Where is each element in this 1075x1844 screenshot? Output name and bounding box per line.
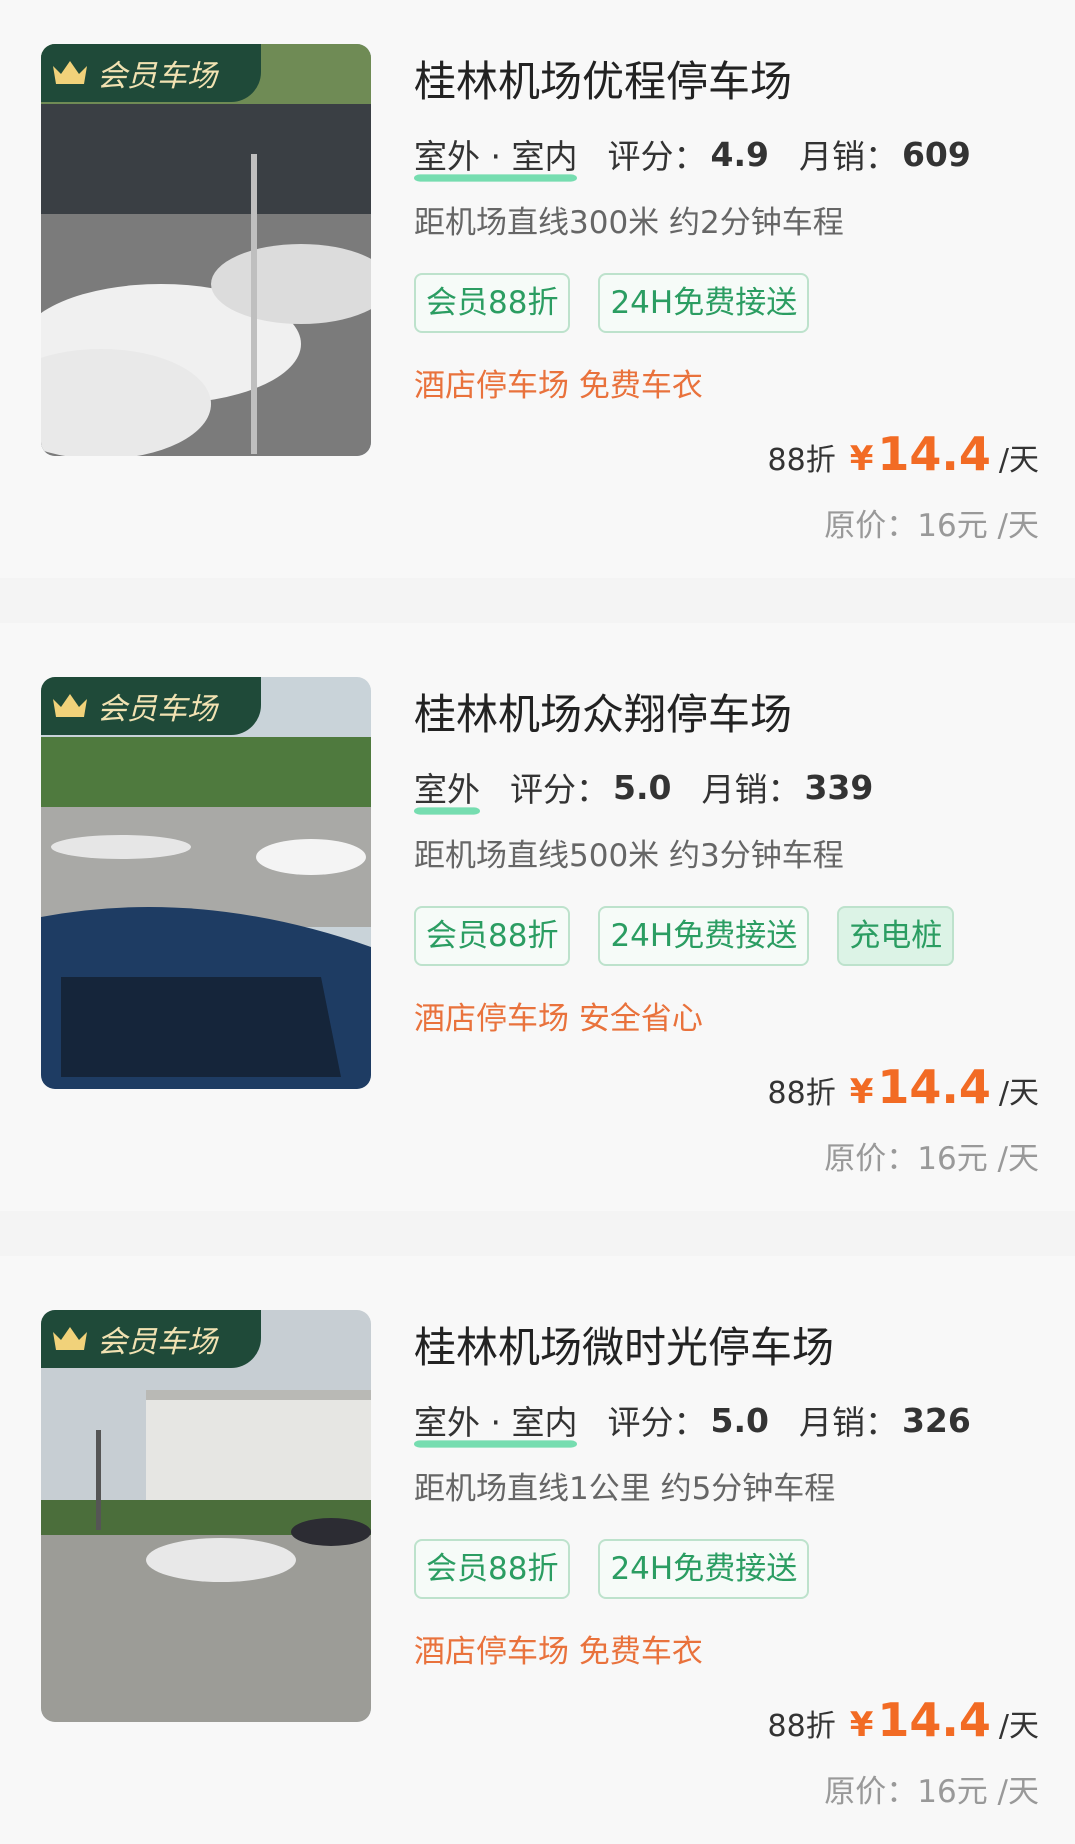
crown-icon [53, 1327, 87, 1350]
price-row: 88折 ¥ 14.4 /天 [768, 427, 1039, 481]
price-unit: /天 [998, 1709, 1039, 1744]
tag-charging: 充电桩 [837, 906, 955, 966]
distance-text: 距机场直线300米 约2分钟车程 [414, 205, 844, 241]
lot-meta: 室外 评分： 5.0 月销： 339 [414, 763, 903, 815]
feature-hint: 酒店停车场 免费车衣 [414, 1634, 703, 1670]
original-price: 原价：16元 /天 [824, 1774, 1039, 1810]
price-value: 14.4 [877, 1693, 991, 1747]
price-row: 88折 ¥ 14.4 /天 [768, 1060, 1039, 1114]
environment-type: 室外 · 室内 [414, 1396, 578, 1448]
member-lot-badge: 会员车场 [41, 1310, 261, 1368]
lot-name[interactable]: 桂林机场优程停车场 [414, 48, 792, 109]
tag-list: 会员88折 24H免费接送 [414, 273, 837, 333]
tag-shuttle: 24H免费接送 [598, 273, 810, 333]
feature-hint: 酒店停车场 免费车衣 [414, 368, 703, 404]
sales-label: 月销： [798, 1403, 898, 1442]
tag-shuttle: 24H免费接送 [598, 906, 810, 966]
currency-symbol: ¥ [849, 1705, 874, 1745]
sales-value: 339 [804, 767, 874, 807]
rating-value: 5.0 [613, 767, 672, 807]
parking-lot-card[interactable]: 会员车场 桂林机场优程停车场 室外 · 室内 评分： 4.9 月销： 609 距… [0, 0, 1075, 578]
price-unit: /天 [998, 443, 1039, 478]
lot-photo: 会员车场 [41, 677, 371, 1089]
original-price: 原价：16元 /天 [824, 508, 1039, 544]
price-value: 14.4 [877, 1060, 991, 1114]
badge-label: 会员车场 [97, 59, 217, 94]
lot-photo: 会员车场 [41, 1310, 371, 1722]
tag-member-discount: 会员88折 [414, 906, 571, 966]
sales-value: 326 [901, 1400, 971, 1440]
rating-value: 5.0 [710, 1400, 769, 1440]
badge-label: 会员车场 [97, 1325, 217, 1360]
tag-shuttle: 24H免费接送 [598, 1539, 810, 1599]
lot-photo: 会员车场 [41, 44, 371, 456]
tag-list: 会员88折 24H免费接送 充电桩 [414, 906, 982, 966]
distance-text: 距机场直线1公里 约5分钟车程 [414, 1471, 836, 1507]
member-lot-badge: 会员车场 [41, 44, 261, 102]
original-price: 原价：16元 /天 [824, 1141, 1039, 1177]
rating-value: 4.9 [710, 134, 769, 174]
sales-value: 609 [901, 134, 971, 174]
badge-label: 会员车场 [97, 692, 217, 727]
environment-type: 室外 · 室内 [414, 130, 578, 182]
parking-lot-card[interactable]: 会员车场 桂林机场众翔停车场 室外 评分： 5.0 月销： 339 距机场直线5… [0, 623, 1075, 1211]
parking-lot-card[interactable]: 会员车场 桂林机场微时光停车场 室外 · 室内 评分： 5.0 月销： 326 … [0, 1256, 1075, 1844]
discount-label: 88折 [767, 443, 836, 478]
price-row: 88折 ¥ 14.4 /天 [768, 1693, 1039, 1747]
crown-icon [53, 694, 87, 717]
rating-label: 评分： [607, 1403, 707, 1442]
sales-label: 月销： [798, 137, 898, 176]
price-value: 14.4 [877, 427, 991, 481]
lot-meta: 室外 · 室内 评分： 4.9 月销： 609 [414, 130, 1001, 182]
tag-member-discount: 会员88折 [414, 1539, 571, 1599]
environment-type: 室外 [414, 763, 480, 815]
price-unit: /天 [998, 1076, 1039, 1111]
currency-symbol: ¥ [849, 1072, 874, 1112]
currency-symbol: ¥ [849, 439, 874, 479]
member-lot-badge: 会员车场 [41, 677, 261, 735]
lot-name[interactable]: 桂林机场众翔停车场 [414, 681, 792, 742]
rating-label: 评分： [607, 137, 707, 176]
discount-label: 88折 [767, 1709, 836, 1744]
feature-hint: 酒店停车场 安全省心 [414, 1001, 703, 1037]
tag-list: 会员88折 24H免费接送 [414, 1539, 837, 1599]
crown-icon [53, 61, 87, 84]
lot-name[interactable]: 桂林机场微时光停车场 [414, 1314, 834, 1375]
rating-label: 评分： [510, 770, 609, 809]
parking-lot-list: 会员车场 桂林机场优程停车场 室外 · 室内 评分： 4.9 月销： 609 距… [0, 0, 1075, 1844]
sales-label: 月销： [701, 770, 801, 809]
tag-member-discount: 会员88折 [414, 273, 571, 333]
lot-meta: 室外 · 室内 评分： 5.0 月销： 326 [414, 1396, 1001, 1448]
discount-label: 88折 [767, 1076, 836, 1111]
distance-text: 距机场直线500米 约3分钟车程 [414, 838, 844, 874]
